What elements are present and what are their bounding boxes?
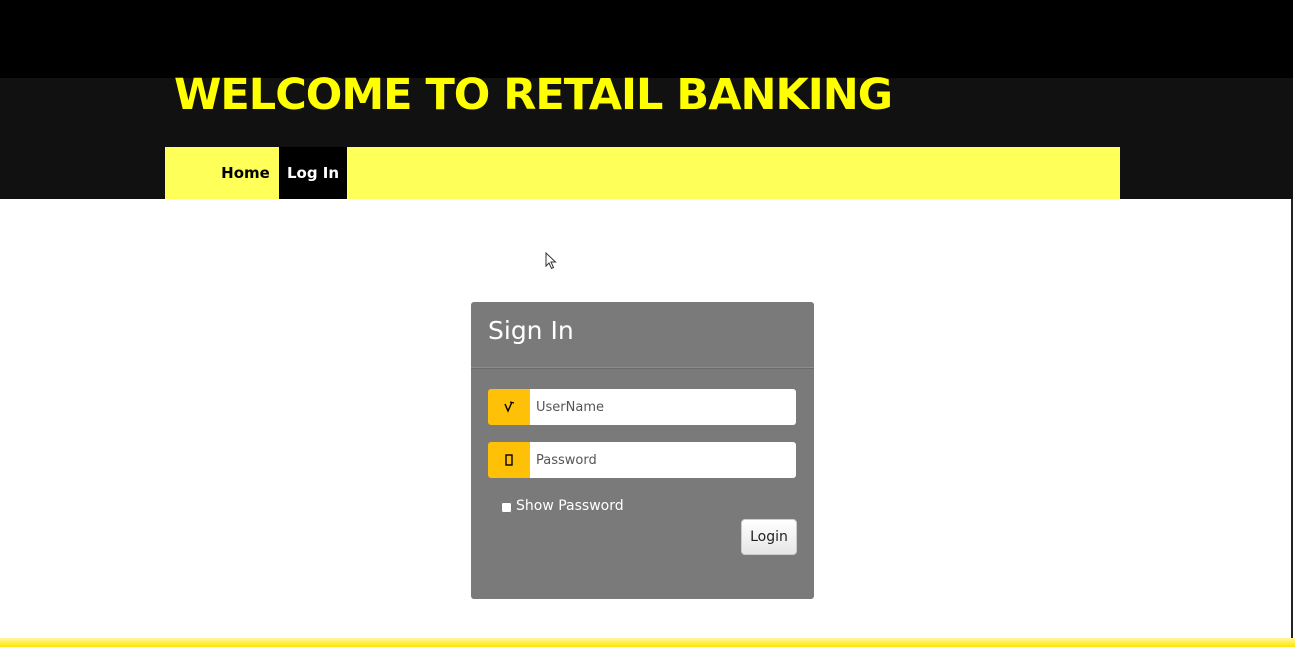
signin-header: Sign In [471,302,814,368]
user-icon [488,389,530,425]
nav-home-link[interactable]: Home [212,147,279,199]
bottom-yellow-bar [0,638,1295,647]
signin-title: Sign In [488,316,574,345]
show-password-toggle[interactable]: Show Password [501,498,624,514]
password-input[interactable] [530,442,796,478]
show-password-label: Show Password [516,498,624,514]
site-title: WELCOME TO RETAIL BANKING [174,70,893,120]
username-group [488,389,796,425]
mouse-cursor-icon [545,252,557,270]
top-black-bar [0,0,1293,78]
username-input[interactable] [530,389,796,425]
password-group [488,442,796,478]
main-navbar: Home Log In [165,147,1120,199]
lock-icon [488,442,530,478]
page-right-border [1291,199,1293,639]
signin-panel: Sign In Show Password Login [471,302,814,599]
show-password-checkbox[interactable] [501,502,512,513]
login-button[interactable]: Login [741,519,797,555]
nav-login-link[interactable]: Log In [279,147,347,199]
